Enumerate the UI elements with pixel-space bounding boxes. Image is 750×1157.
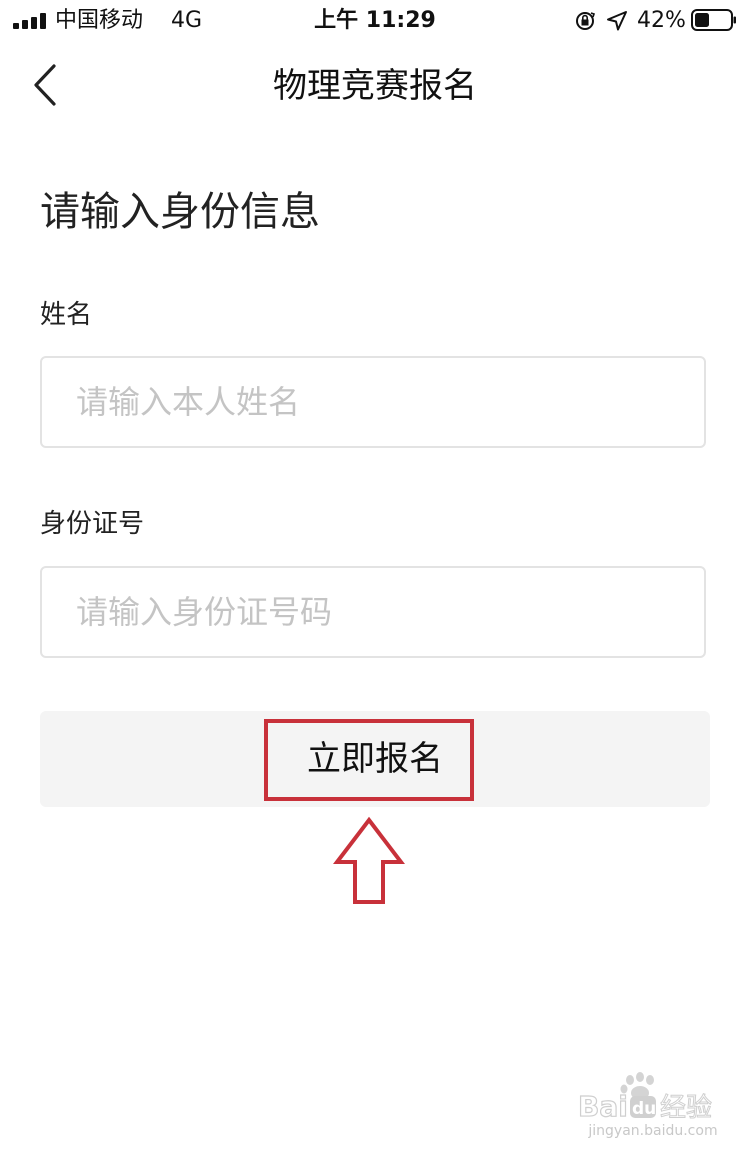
register-now-label: 立即报名: [307, 739, 443, 779]
name-field-container: [40, 356, 706, 448]
baidu-watermark: Bai du 经验 jingyan.baidu.com: [578, 1072, 728, 1142]
orientation-lock-icon: [576, 12, 596, 30]
nav-bar: 物理竞赛报名: [0, 44, 750, 128]
watermark-url: jingyan.baidu.com: [588, 1123, 718, 1139]
id-number-input[interactable]: [42, 568, 704, 656]
svg-text:经验: 经验: [660, 1093, 712, 1120]
id-field-container: [40, 566, 706, 658]
svg-text:du: du: [632, 1099, 656, 1119]
name-label: 姓名: [40, 300, 93, 330]
battery-percent: 42%: [637, 8, 686, 33]
id-number-label: 身份证号: [40, 509, 145, 539]
location-icon: [607, 11, 627, 31]
svg-text:Bai: Bai: [578, 1090, 628, 1120]
page-title: 物理竞赛报名: [273, 66, 477, 106]
up-arrow-icon: [333, 816, 405, 904]
name-input[interactable]: [42, 358, 704, 446]
status-bar: 中国移动 4G 上午 11:29 42%: [0, 0, 750, 44]
baidu-paw-logo: Bai du 经验: [578, 1072, 713, 1120]
form-heading: 请输入身份信息: [40, 189, 320, 235]
register-now-button[interactable]: 立即报名: [40, 711, 710, 807]
battery-icon: [691, 9, 736, 31]
